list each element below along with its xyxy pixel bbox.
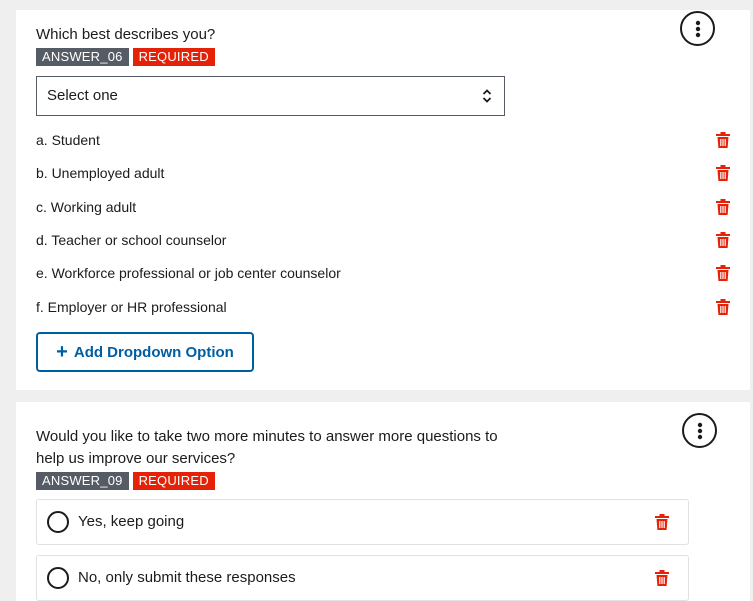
dropdown-option-row: c. Working adult — [36, 197, 736, 217]
answer-dropdown-select[interactable]: Select one — [36, 76, 505, 116]
question-card-answer-06: Which best describes you? ANSWER_06 REQU… — [16, 10, 750, 390]
dropdown-option-label: b. Unemployed adult — [36, 165, 165, 181]
dropdown-option-label: a. Student — [36, 132, 100, 148]
radio-option-no[interactable]: No, only submit these responses — [36, 555, 689, 601]
add-dropdown-option-button[interactable]: + Add Dropdown Option — [36, 332, 254, 372]
dropdown-option-row: b. Unemployed adult — [36, 163, 736, 183]
radio-option-label: No, only submit these responses — [78, 569, 296, 586]
select-value: Select one — [47, 87, 118, 104]
plus-icon: + — [56, 341, 68, 363]
trash-icon[interactable] — [716, 232, 730, 248]
dropdown-option-row: a. Student — [36, 130, 736, 150]
required-tag: REQUIRED — [132, 472, 215, 490]
dropdown-option-row: f. Employer or HR professional — [36, 297, 736, 317]
radio-option-label: Yes, keep going — [78, 513, 185, 530]
trash-icon[interactable] — [655, 570, 669, 586]
dropdown-option-label: f. Employer or HR professional — [36, 299, 227, 315]
question-text: Would you like to take two more minutes … — [36, 428, 498, 467]
more-vertical-icon — [695, 20, 700, 37]
answer-code-tag: ANSWER_09 — [36, 472, 129, 490]
chevron-up-down-icon — [482, 89, 492, 103]
more-options-button[interactable] — [682, 413, 717, 448]
dropdown-option-label: e. Workforce professional or job center … — [36, 265, 341, 281]
question-text: Which best describes you? — [36, 26, 216, 43]
trash-icon[interactable] — [716, 199, 730, 215]
required-tag: REQUIRED — [132, 48, 215, 66]
trash-icon[interactable] — [716, 299, 730, 315]
radio-button[interactable] — [47, 567, 69, 589]
dropdown-option-row: d. Teacher or school counselor — [36, 230, 736, 250]
answer-code-tag: ANSWER_06 — [36, 48, 129, 66]
dropdown-option-row: e. Workforce professional or job center … — [36, 263, 736, 283]
trash-icon[interactable] — [716, 165, 730, 181]
more-options-button[interactable] — [680, 11, 715, 46]
more-vertical-icon — [697, 422, 702, 439]
radio-button[interactable] — [47, 511, 69, 533]
trash-icon[interactable] — [655, 514, 669, 530]
dropdown-option-label: d. Teacher or school counselor — [36, 232, 227, 248]
trash-icon[interactable] — [716, 132, 730, 148]
question-tags: ANSWER_09 REQUIRED — [36, 472, 215, 490]
radio-option-yes[interactable]: Yes, keep going — [36, 499, 689, 545]
question-tags: ANSWER_06 REQUIRED — [36, 48, 215, 66]
question-card-answer-09: Would you like to take two more minutes … — [16, 402, 750, 601]
dropdown-option-label: c. Working adult — [36, 199, 137, 215]
trash-icon[interactable] — [716, 265, 730, 281]
add-dropdown-option-label: Add Dropdown Option — [73, 343, 234, 361]
